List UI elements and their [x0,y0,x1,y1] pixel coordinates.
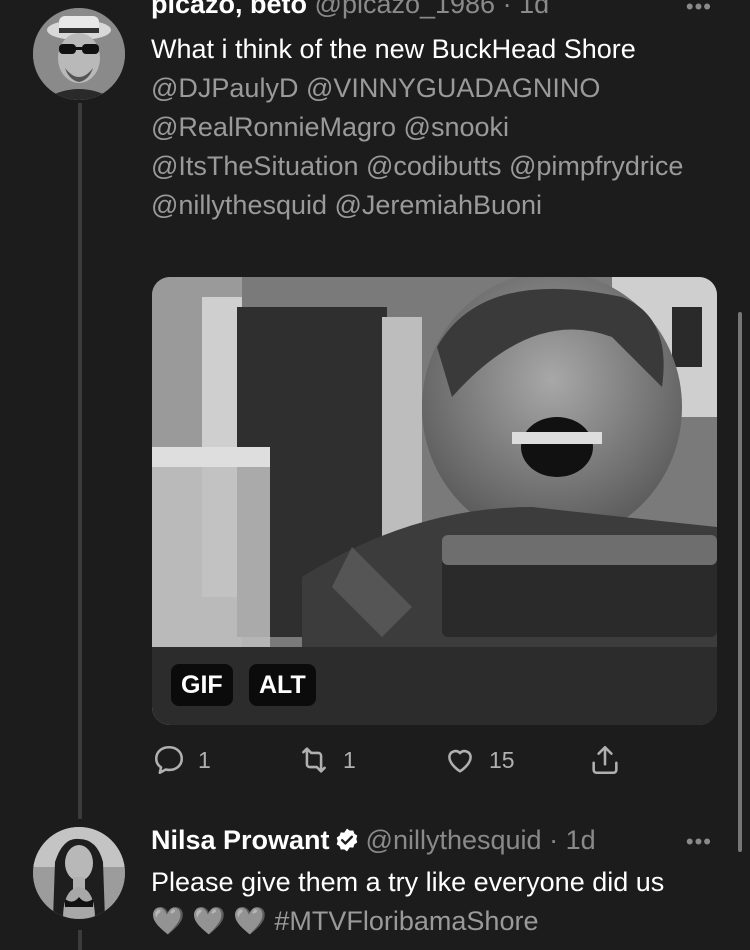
tweet1-gif-media[interactable] [152,277,717,725]
reply-button[interactable]: 1 [152,740,211,780]
tweet2-author-name[interactable]: Nilsa Prowant [151,825,330,855]
reply-icon [154,745,184,775]
tweet2-text-block: Please give them a try like everyone did… [151,863,721,941]
like-button[interactable]: 15 [443,740,515,780]
gif-frame-image [152,277,717,725]
grey-heart-emojis: 🩶 🩶 🩶 [151,906,267,936]
tweet2-more-button[interactable]: ••• [686,829,712,855]
verified-icon [336,828,357,852]
reply-count: 1 [198,746,211,773]
tweet1-text-block: What i think of the new BuckHead Shore @… [151,30,721,225]
tweet2-hashtag[interactable]: #MTVFloribamaShore [274,906,538,936]
alt-text-badge[interactable]: ALT [249,664,316,706]
avatar-nilsa-image [33,827,125,919]
tweet1-text: What i think of the new BuckHead Shore [151,34,636,64]
like-icon [448,749,472,773]
tweet1-header: picazo, beto @picazo_1986 · 1d [151,0,549,20]
thread-connector-line [78,103,82,819]
share-icon [592,745,618,775]
tweet1-author-handle[interactable]: @picazo_1986 [315,0,496,19]
tweet1-timestamp[interactable]: · 1d [503,0,550,19]
retweet-count: 1 [343,746,356,773]
share-button[interactable] [588,740,634,780]
avatar-nilsa[interactable] [33,827,125,919]
tweet2-author-handle[interactable]: @nillythesquid [366,825,542,855]
tweet2-text: Please give them a try like everyone did… [151,867,665,897]
retweet-button[interactable]: 1 [297,740,356,780]
tweet1-action-bar: 1 1 15 [152,740,632,780]
retweet-icon [302,747,326,773]
tweet1-mentions[interactable]: @DJPaulyD @VINNYGUADAGNINO @RealRonnieMa… [151,69,721,225]
tweet1-author-name[interactable]: picazo, beto [151,0,307,19]
gif-badge: GIF [171,664,233,706]
scrollbar[interactable] [738,312,742,852]
tweet2-timestamp[interactable]: · 1d [549,825,596,855]
avatar-picazo-image [33,8,125,100]
thread-connector-line-2 [78,930,82,950]
tweet2-header: Nilsa Prowant @nillythesquid · 1d [151,824,596,856]
tweet1-more-button[interactable]: ••• [686,0,712,20]
like-count: 15 [489,746,515,773]
avatar-picazo[interactable] [33,8,125,100]
